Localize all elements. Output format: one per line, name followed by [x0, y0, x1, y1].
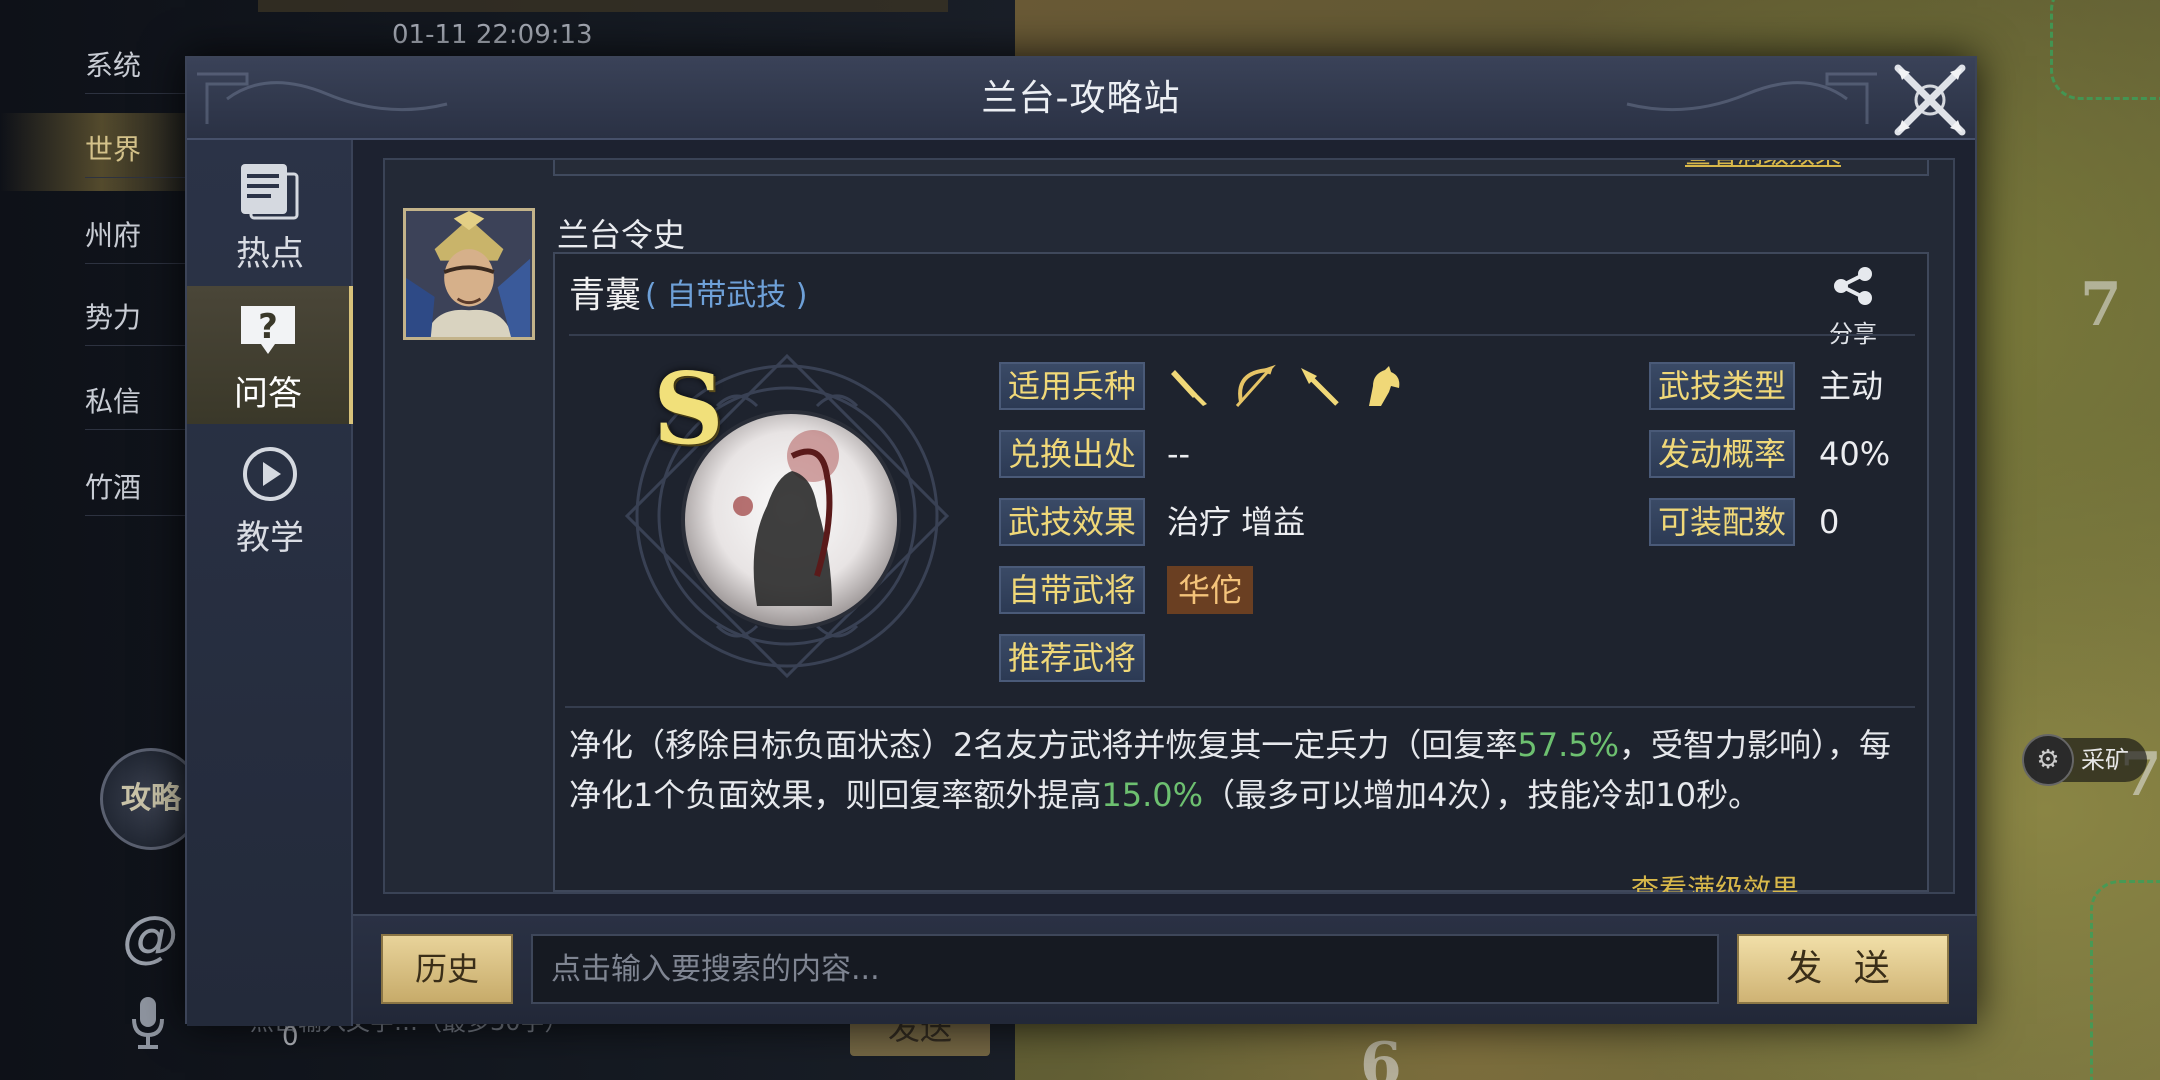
effect-key: 武技效果 — [999, 498, 1145, 546]
tab-qa[interactable]: ? 问答 — [187, 286, 353, 424]
chat-tab-private[interactable]: 私信 — [85, 374, 185, 430]
trigger-rate-key: 发动概率 — [1649, 430, 1795, 478]
chat-tab-system[interactable]: 系统 — [85, 38, 185, 94]
guide-modal: 兰台-攻略站 热点 ? 问答 教学 兰台令史 青囊 (自带武技) 分享 S … — [185, 56, 1977, 1026]
source-value: -- — [1167, 435, 1191, 473]
sword-icon — [1171, 370, 1207, 406]
map-tile-number: 7 — [2080, 270, 2122, 340]
search-input[interactable] — [531, 934, 1719, 1004]
equip-count-value: 0 — [1819, 503, 1840, 541]
skill-card: 青囊 ( 自带武技 ) 分享 S 适用兵种 兑换出处 -- 武技效果 治疗 增益… — [553, 252, 1929, 892]
tab-hot-label: 热点 — [236, 234, 304, 274]
close-icon[interactable] — [1890, 60, 1970, 140]
svg-text:?: ? — [258, 307, 278, 347]
author-avatar[interactable] — [403, 208, 535, 340]
share-label: 分享 — [1829, 320, 1877, 348]
play-icon — [243, 447, 297, 501]
chat-tab-bamboo[interactable]: 竹酒 — [85, 460, 185, 516]
share-icon — [1834, 267, 1872, 305]
chat-timestamp: 01-11 22:09:13 — [392, 20, 593, 50]
chat-count: 0 — [282, 1022, 299, 1052]
skill-description: 净化（移除目标负面状态）2名友方武将并恢复其一定兵力（回复率57.5%，受智力影… — [569, 720, 1909, 820]
qa-content-panel[interactable]: 查看满级效果 兰台令史 青囊 ( 自带武技 ) — [383, 158, 1955, 894]
map-tile-number: 6 — [1360, 1030, 1402, 1080]
chat-tab-world[interactable]: 世界 — [85, 122, 185, 178]
bonus-rate-value: 15.0% — [1101, 776, 1204, 814]
modal-title: 兰台-攻略站 — [981, 78, 1181, 119]
chat-message-strip — [258, 0, 948, 12]
tab-qa-label: 问答 — [234, 374, 302, 414]
skill-type-value: 主动 — [1819, 367, 1884, 405]
send-button[interactable]: 发 送 — [1737, 934, 1949, 1004]
map-territory-border — [2050, 0, 2160, 100]
document-icon — [241, 164, 299, 220]
bow-icon — [1235, 364, 1276, 408]
chat-tab-faction[interactable]: 势力 — [85, 290, 185, 346]
previous-card-edge: 查看满级效果 — [553, 160, 1929, 176]
equip-count-key: 可装配数 — [1649, 498, 1795, 546]
troop-types-key: 适用兵种 — [999, 362, 1145, 410]
mention-icon[interactable]: @ — [122, 905, 178, 970]
skill-grade: S — [653, 352, 724, 467]
tab-teach-label: 教学 — [236, 518, 304, 558]
spear-icon — [1301, 368, 1339, 406]
source-key: 兑换出处 — [999, 430, 1145, 478]
modal-header: 兰台-攻略站 — [187, 58, 1975, 140]
modal-tab-bar: 热点 ? 问答 教学 — [187, 140, 353, 1026]
chat-tab-prefecture[interactable]: 州府 — [85, 208, 185, 264]
recovery-rate-value: 57.5% — [1517, 726, 1620, 764]
history-button[interactable]: 历史 — [381, 934, 513, 1004]
divider — [569, 334, 1915, 336]
effect-value: 治疗 增益 — [1167, 503, 1306, 541]
horse-icon — [1369, 366, 1400, 406]
skill-tag: ( 自带武技 ) — [645, 278, 808, 313]
own-hero-key: 自带武将 — [999, 566, 1145, 614]
skill-name: 青囊 — [569, 275, 642, 316]
trigger-rate-value: 40% — [1819, 435, 1891, 473]
tab-teach[interactable]: 教学 — [187, 430, 353, 568]
microphone-icon[interactable] — [128, 995, 168, 1051]
question-icon: ? — [241, 306, 295, 354]
share-button[interactable]: 分享 — [1823, 266, 1883, 349]
mine-icon[interactable]: ⚙ — [2022, 734, 2074, 786]
general-portrait-icon — [406, 211, 532, 337]
max-level-link[interactable]: 查看满级效果 — [1631, 868, 1799, 892]
skill-type-key: 武技类型 — [1649, 362, 1795, 410]
description-text: 净化（移除目标负面状态）2名友方武将并恢复其一定兵力（回复率 — [569, 726, 1518, 764]
recommend-key: 推荐武将 — [999, 634, 1145, 682]
own-hero-tag[interactable]: 华佗 — [1167, 566, 1253, 614]
divider — [565, 706, 1915, 708]
tab-hot[interactable]: 热点 — [187, 146, 353, 284]
map-territory-border — [2090, 880, 2160, 1080]
description-text: （最多可以增加4次），技能冷却10秒。 — [1203, 776, 1761, 814]
author-name: 兰台令史 — [557, 216, 686, 254]
previous-max-level-link[interactable]: 查看满级效果 — [1685, 160, 1841, 171]
